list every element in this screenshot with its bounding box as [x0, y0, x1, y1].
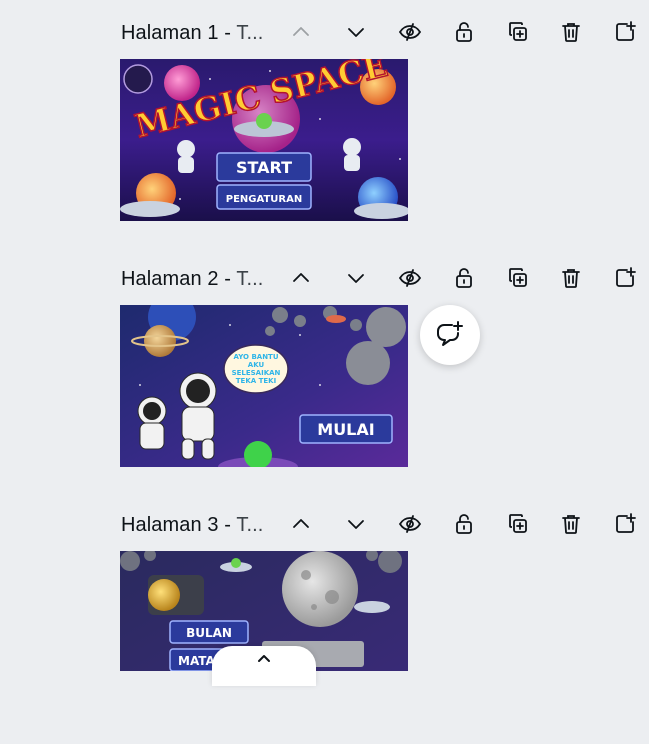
- duplicate-page-button[interactable]: [502, 508, 534, 540]
- add-page-button[interactable]: [609, 16, 641, 48]
- duplicate-page-button[interactable]: [502, 16, 534, 48]
- duplicate-icon: [509, 514, 527, 533]
- trash-icon: [562, 23, 580, 42]
- add-page-button[interactable]: [609, 262, 641, 294]
- add-comment-button[interactable]: [420, 305, 480, 365]
- lock-page-button[interactable]: [448, 16, 480, 48]
- hide-page-button[interactable]: [394, 508, 426, 540]
- lock-page-button[interactable]: [448, 508, 480, 540]
- hide-page-button[interactable]: [394, 262, 426, 294]
- speech-line: AYO BANTU: [233, 353, 278, 361]
- chevron-up-icon: [258, 655, 270, 662]
- delete-page-button[interactable]: [555, 262, 587, 294]
- delete-page-button[interactable]: [555, 508, 587, 540]
- move-up-button[interactable]: [285, 16, 317, 48]
- duplicate-icon: [509, 268, 527, 287]
- move-down-button[interactable]: [340, 16, 372, 48]
- unlock-icon: [456, 514, 472, 534]
- start-button-text: START: [236, 158, 292, 177]
- thumbnail-image: MAGIC SPACE START PENGATURAN: [120, 59, 408, 221]
- speech-line: TEKA TEKI: [236, 377, 276, 385]
- chevron-down-icon: [348, 520, 364, 529]
- page-header: Halaman 1 - T...: [0, 12, 649, 52]
- page-title[interactable]: Halaman 3 - T...: [121, 514, 263, 537]
- add-page-icon: [616, 267, 636, 287]
- bulan-button-text: BULAN: [186, 626, 232, 640]
- speech-line: AKU: [248, 361, 265, 369]
- unlock-icon: [456, 268, 472, 288]
- chevron-up-icon: [293, 27, 309, 36]
- page-block-3: Halaman 3 - T... BULAN MATAH: [0, 504, 649, 744]
- expand-pages-tab[interactable]: [212, 646, 316, 686]
- settings-button-text: PENGATURAN: [226, 194, 302, 205]
- speech-line: SELESAIKAN: [232, 369, 281, 377]
- page-thumbnail[interactable]: MAGIC SPACE START PENGATURAN: [120, 59, 408, 221]
- unlock-icon: [456, 22, 472, 42]
- page-thumbnail[interactable]: AYO BANTU AKU SELESAIKAN TEKA TEKI MULAI: [120, 305, 408, 467]
- page-header: Halaman 2 - T...: [0, 258, 649, 298]
- hide-page-button[interactable]: [394, 16, 426, 48]
- add-page-icon: [616, 513, 636, 533]
- page-title[interactable]: Halaman 1 - T...: [121, 22, 263, 45]
- hide-icon: [398, 23, 422, 41]
- delete-page-button[interactable]: [555, 16, 587, 48]
- lock-page-button[interactable]: [448, 262, 480, 294]
- chevron-up-icon: [293, 273, 309, 282]
- chevron-down-icon: [348, 274, 364, 283]
- chevron-up-icon: [293, 519, 309, 528]
- page-block-2: Halaman 2 - T... AYO BANTU AKU SELESAIKA…: [0, 258, 649, 498]
- page-block-1: Halaman 1 - T... MAGIC SPACE START PENGA…: [0, 12, 649, 252]
- move-down-button[interactable]: [340, 262, 372, 294]
- page-header: Halaman 3 - T...: [0, 504, 649, 544]
- page-title[interactable]: Halaman 2 - T...: [121, 268, 263, 291]
- mulai-button-text: MULAI: [317, 420, 374, 439]
- hide-icon: [398, 269, 422, 287]
- comment-plus-icon: [437, 321, 463, 346]
- add-page-button[interactable]: [609, 508, 641, 540]
- hide-icon: [398, 515, 422, 533]
- trash-icon: [562, 515, 580, 534]
- move-up-button[interactable]: [285, 508, 317, 540]
- chevron-down-icon: [348, 28, 364, 37]
- move-up-button[interactable]: [285, 262, 317, 294]
- move-down-button[interactable]: [340, 508, 372, 540]
- trash-icon: [562, 269, 580, 288]
- duplicate-icon: [509, 22, 527, 41]
- thumbnail-image: AYO BANTU AKU SELESAIKAN TEKA TEKI MULAI: [120, 305, 408, 467]
- add-page-icon: [616, 21, 636, 41]
- duplicate-page-button[interactable]: [502, 262, 534, 294]
